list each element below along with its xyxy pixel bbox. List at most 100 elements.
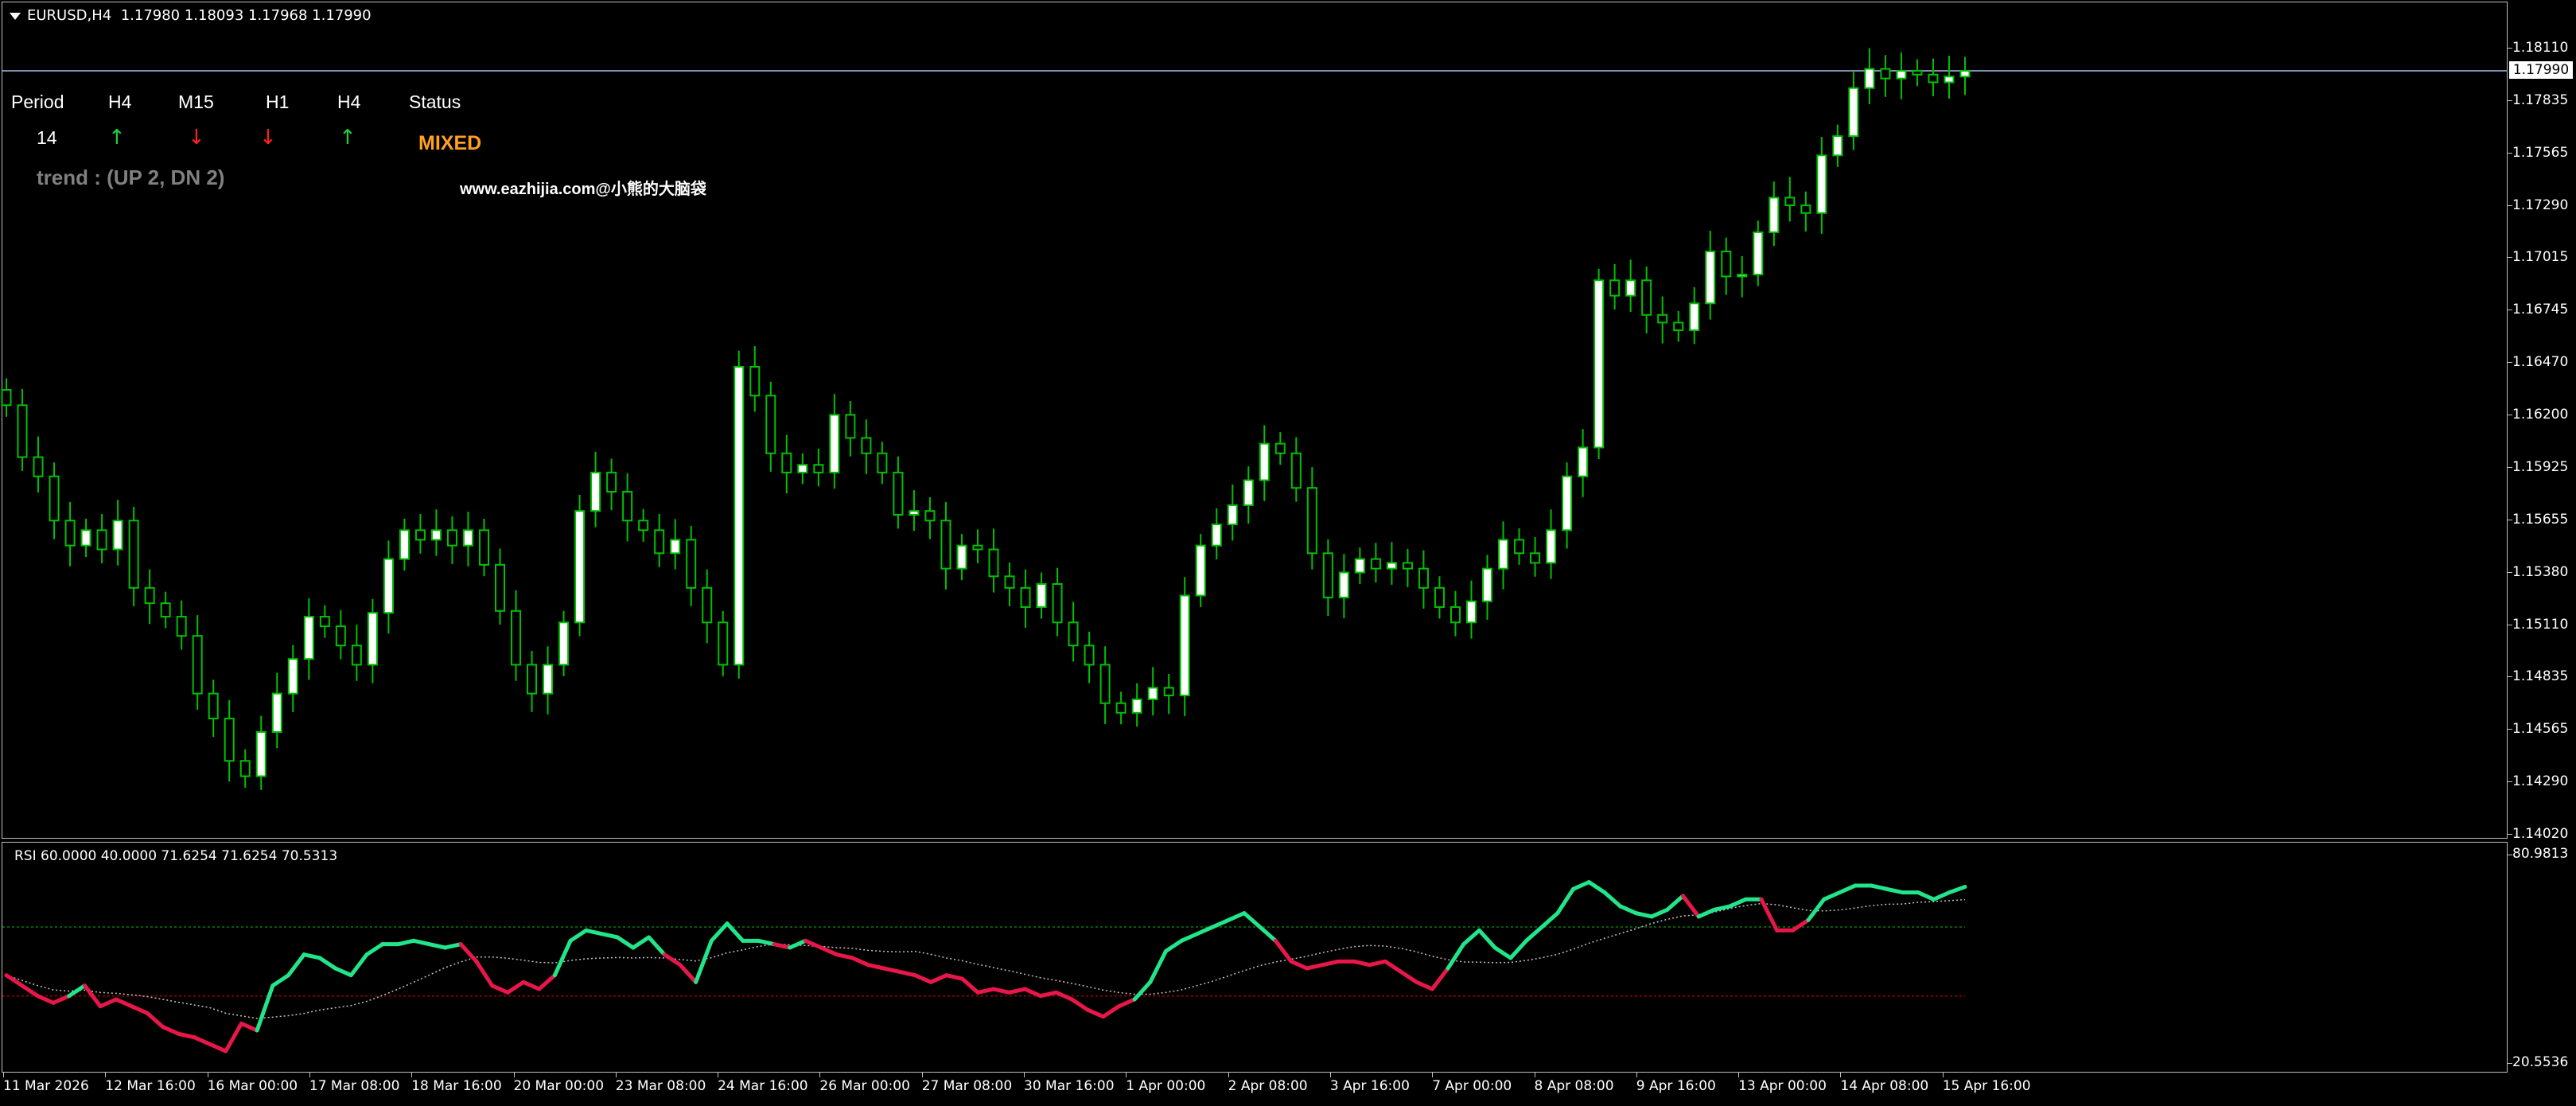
time-tick-mark (1942, 1073, 1944, 1077)
bearish-candle (622, 491, 633, 522)
rsi-segment-down (130, 1004, 150, 1015)
price-tick-mark (2508, 781, 2512, 783)
bullish-candle (1211, 524, 1222, 547)
bearish-candle (893, 471, 904, 516)
bullish-candle (112, 520, 123, 551)
rsi-segment-up (1461, 928, 1481, 947)
rsi-segment-up (317, 956, 338, 971)
bearish-candle (1115, 702, 1127, 714)
bearish-candle (176, 616, 187, 637)
time-tick-mark (615, 1073, 617, 1077)
rsi-segment-up (1242, 911, 1263, 929)
rsi-segment-down (1007, 987, 1027, 995)
dropdown-triangle-icon[interactable] (10, 12, 21, 20)
price-scale[interactable] (2508, 0, 2576, 1106)
price-tick-label: 1.16745 (2512, 302, 2569, 318)
bearish-candle (335, 625, 346, 647)
rsi-segment-up (1602, 890, 1623, 909)
rsi-segment-up (1477, 928, 1497, 950)
price-tick-mark (2508, 466, 2512, 468)
price-tick-mark (2508, 834, 2512, 835)
rsi-segment-up (1148, 948, 1169, 984)
bearish-candle (494, 563, 506, 612)
price-tick-label: 1.14020 (2512, 826, 2569, 842)
rsi-segment-down (1069, 997, 1090, 1012)
bearish-candle (208, 692, 219, 720)
bearish-candle (1673, 321, 1684, 332)
time-tick-label: 24 Mar 16:00 (718, 1078, 808, 1094)
bearish-candle (638, 520, 649, 532)
price-tick-label: 1.16200 (2512, 407, 2569, 423)
rsi-segment-up (1195, 925, 1216, 937)
rsi-segment-down (975, 987, 996, 995)
bullish-candle (383, 558, 394, 614)
bearish-candle (988, 548, 999, 578)
rsi-segment-up (552, 938, 573, 978)
time-tick-label: 8 Apr 08:00 (1534, 1078, 1614, 1094)
bullish-candle (430, 529, 442, 541)
bearish-candle (1609, 279, 1621, 297)
rsi-segment-up (647, 935, 667, 957)
time-tick-mark (1840, 1073, 1842, 1077)
rsi-scale-top: 80.9813 (2512, 846, 2569, 862)
chart-canvas[interactable] (0, 0, 2576, 1106)
bullish-candle (1753, 231, 1764, 276)
time-tick-mark (1329, 1073, 1331, 1077)
rsi-segment-down (114, 997, 134, 1009)
rsi-segment-up (1649, 907, 1670, 919)
rsi-segment-down (1680, 894, 1701, 919)
rsi-segment-up (599, 932, 620, 940)
time-tick-label: 3 Apr 16:00 (1329, 1078, 1410, 1094)
bullish-candle (462, 529, 473, 547)
price-tick-mark (2508, 204, 2512, 206)
rsi-segment-up (694, 938, 714, 984)
bullish-candle (733, 365, 745, 666)
bullish-candle (1848, 87, 1859, 138)
bullish-candle (1147, 687, 1158, 700)
bullish-candle (1131, 698, 1142, 714)
rsi-segment-up (584, 928, 604, 937)
rsi-segment-up (1633, 911, 1654, 919)
rsi-segment-down (239, 1021, 259, 1033)
time-tick-label: 27 Mar 08:00 (921, 1078, 1013, 1094)
bullish-candle (1179, 594, 1190, 697)
bullish-candle (367, 612, 378, 666)
bullish-candle (1259, 442, 1270, 481)
rsi-segment-down (1305, 963, 1325, 971)
time-tick-label: 13 Apr 00:00 (1738, 1078, 1827, 1094)
rsi-segment-up (348, 952, 369, 978)
metatrader-chart-window: EURUSD,H4 1.17980 1.18093 1.17968 1.1799… (0, 0, 2576, 1106)
rsi-segment-up (364, 942, 385, 957)
bearish-candle (96, 529, 107, 551)
bearish-candle (1052, 582, 1063, 624)
rsi-segment-down (521, 979, 542, 991)
bearish-candle (1004, 575, 1015, 589)
bearish-candle (972, 544, 983, 551)
bearish-candle (128, 520, 139, 589)
bearish-candle (718, 621, 729, 666)
price-tick-mark (2508, 362, 2512, 364)
time-tick-label: 9 Apr 16:00 (1636, 1078, 1716, 1094)
rsi-segment-up (302, 952, 322, 960)
bearish-candle (1370, 558, 1381, 570)
rsi-segment-up (1492, 945, 1513, 960)
bearish-candle (64, 520, 76, 547)
bullish-candle (287, 658, 298, 695)
status-badge: MIXED (418, 132, 482, 154)
rsi-segment-up (67, 983, 87, 999)
watermark-text: www.eazhijia.com@小熊的大脑袋 (460, 181, 706, 198)
rsi-segment-down (192, 1035, 212, 1046)
rsi-segment-up (709, 921, 730, 943)
bullish-candle (1864, 68, 1875, 89)
bearish-candle (33, 456, 44, 477)
time-tick-label: 18 Mar 16:00 (411, 1078, 502, 1094)
bearish-candle (686, 539, 697, 589)
bearish-candle (1449, 606, 1461, 624)
rsi-segment-down (208, 1042, 228, 1053)
bullish-candle (271, 692, 282, 733)
rsi-segment-down (458, 942, 479, 964)
bearish-candle (527, 664, 538, 695)
bearish-candle (861, 437, 872, 454)
rsi-segment-up (1947, 885, 1967, 895)
arrow-up-icon: ↑ (339, 126, 356, 150)
